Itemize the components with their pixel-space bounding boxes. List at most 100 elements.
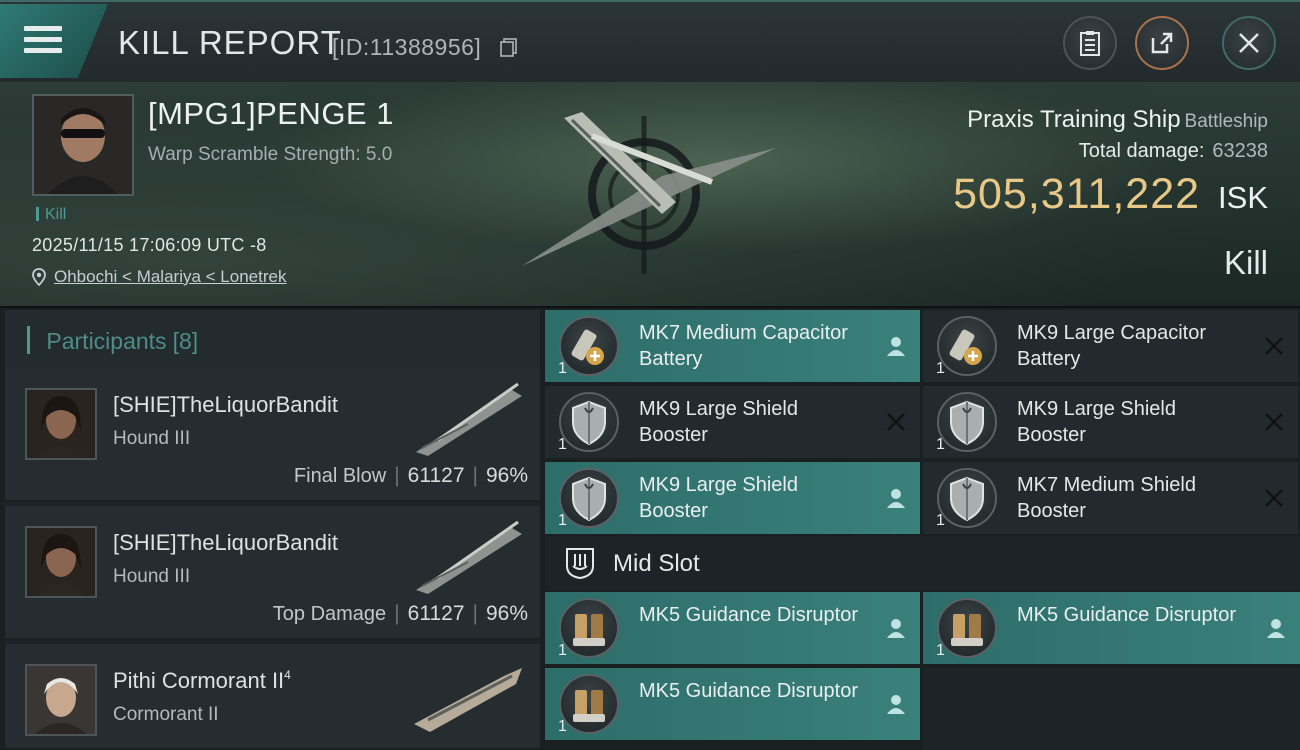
clipboard-button[interactable] — [1063, 16, 1117, 70]
victim-ship-class: Battleship — [1184, 111, 1268, 132]
module-quantity: 1 — [936, 360, 945, 377]
total-damage-label: Total damage: — [1078, 140, 1205, 162]
kill-banner: [MPG1]PENGE 1 Warp Scramble Strength: 5.… — [0, 82, 1300, 308]
module-name: MK9 Large Shield Booster — [639, 398, 798, 446]
victim-ship-name[interactable]: Praxis Training Ship — [967, 106, 1180, 133]
participant-damage: 61127 — [407, 464, 465, 487]
page-title: KILL REPORT — [118, 24, 342, 61]
module-name: MK7 Medium Shield Booster — [1017, 474, 1196, 522]
dropped-icon — [887, 337, 905, 356]
participant-stat-label: Final Blow — [293, 465, 387, 487]
capacitor-battery-icon — [559, 316, 619, 376]
destroyed-icon — [1265, 413, 1283, 431]
module-slot[interactable]: 1 MK9 Large Shield Booster — [545, 386, 920, 458]
module-name: MK9 Large Shield Booster — [1017, 398, 1176, 446]
participants-title: Participants [8] — [27, 326, 198, 355]
participants-title-label: Participants — [46, 328, 167, 354]
module-name: MK5 Guidance Disruptor — [1017, 604, 1236, 626]
module-quantity: 1 — [936, 436, 945, 453]
module-name: MK7 Medium Capacitor Battery — [639, 322, 848, 370]
module-name: MK5 Guidance Disruptor — [639, 680, 858, 702]
kill-datetime: 2025/11/15 17:06:09 UTC -8 — [32, 235, 267, 255]
ship-image — [522, 112, 776, 274]
location-link[interactable]: Ohbochi < Malariya < Lonetrek — [54, 267, 286, 287]
participants-panel: Participants [8] [SHIE]TheLiquorBandit Ho… — [5, 310, 540, 750]
destroyed-icon — [887, 413, 905, 431]
mid-slot-header: Mid Slot — [545, 536, 1300, 590]
module-quantity: 1 — [558, 512, 567, 529]
mid-slot-icon — [566, 548, 594, 580]
share-button[interactable] — [1135, 16, 1189, 70]
kill-tag: Kill — [36, 206, 66, 224]
guidance-disruptor-icon — [559, 674, 619, 734]
participant-ship: Cormorant II — [113, 704, 219, 725]
total-damage-value: 63238 — [1212, 140, 1268, 162]
module-slot[interactable]: 1 MK5 Guidance Disruptor — [923, 592, 1300, 664]
total-damage: Total damage: 63238 — [1079, 140, 1268, 163]
module-quantity: 1 — [558, 642, 567, 659]
victim-avatar[interactable] — [32, 94, 134, 196]
participant-stat-label: Top Damage — [272, 603, 387, 625]
module-slot[interactable]: 1 MK5 Guidance Disruptor — [545, 668, 920, 740]
participant-name-text: Pithi Cormorant II — [113, 668, 285, 693]
participant-ship-image — [416, 520, 522, 594]
shield-booster-icon — [559, 468, 619, 528]
module-slot[interactable]: 1 MK7 Medium Shield Booster — [923, 462, 1298, 534]
clipboard-icon — [1080, 31, 1100, 56]
module-quantity: 1 — [558, 360, 567, 377]
warp-scramble-strength: Warp Scramble Strength: 5.0 — [148, 144, 393, 165]
participant-name-sup: 4 — [284, 668, 291, 682]
empty-module-cell — [923, 668, 1300, 750]
close-icon — [1239, 33, 1259, 53]
participants-header: Participants [8] — [5, 310, 540, 370]
shield-booster-icon — [559, 392, 619, 452]
participant-damage: 61127 — [407, 602, 465, 625]
capacitor-battery-icon — [937, 316, 997, 376]
copy-icon[interactable] — [500, 38, 517, 57]
dropped-icon — [887, 695, 905, 714]
destroyed-icon — [1265, 489, 1283, 507]
participant-row[interactable]: Pithi Cormorant II4 Cormorant II — [5, 644, 540, 750]
module-quantity: 1 — [558, 718, 567, 735]
module-name: MK5 Guidance Disruptor — [639, 604, 858, 626]
shield-booster-icon — [937, 392, 997, 452]
participant-stats: Final Blow | 61127 | 96% — [293, 464, 528, 487]
isk-value: 505,311,222 ISK — [953, 170, 1268, 219]
module-slot[interactable]: 1 MK5 Guidance Disruptor — [545, 592, 920, 664]
module-quantity: 1 — [936, 642, 945, 659]
participant-percent: 96% — [485, 464, 528, 487]
participant-percent: 96% — [485, 602, 528, 625]
dropped-icon — [887, 619, 905, 638]
module-slot[interactable]: 1 MK7 Medium Capacitor Battery — [545, 310, 920, 382]
dropped-icon — [887, 489, 905, 508]
victim-name[interactable]: [MPG1]PENGE 1 — [148, 96, 394, 132]
participant-ship-image — [416, 382, 522, 456]
module-name: MK9 Large Shield Booster — [639, 474, 798, 522]
report-id: [ID:11388956] — [332, 34, 482, 60]
destroyed-icon — [1265, 337, 1283, 355]
location-pin-icon — [32, 268, 46, 286]
participant-avatar — [25, 526, 97, 598]
dropped-icon — [1267, 619, 1285, 638]
shield-booster-icon — [937, 468, 997, 528]
header-bar: KILL REPORT [ID:11388956] — [0, 0, 1300, 82]
participant-name: [SHIE]TheLiquorBandit — [113, 530, 339, 555]
module-slot[interactable]: 1 MK9 Large Shield Booster — [545, 462, 920, 534]
kill-result: Kill — [1223, 244, 1268, 281]
module-slot[interactable]: 1 MK9 Large Shield Booster — [923, 386, 1298, 458]
participant-row[interactable]: [SHIE]TheLiquorBandit Hound III Top Dama… — [5, 506, 540, 640]
menu-icon[interactable] — [24, 26, 62, 56]
close-button[interactable] — [1222, 16, 1276, 70]
module-slot[interactable]: 1 MK9 Large Capacitor Battery — [923, 310, 1298, 382]
location: Ohbochi < Malariya < Lonetrek — [32, 267, 286, 287]
participant-name: [SHIE]TheLiquorBandit — [113, 392, 339, 417]
module-quantity: 1 — [936, 512, 945, 529]
participant-ship-image — [414, 668, 522, 732]
guidance-disruptor-icon — [937, 598, 997, 658]
participant-name: Pithi Cormorant II4 — [113, 668, 291, 694]
participant-row[interactable]: [SHIE]TheLiquorBandit Hound III Final Bl… — [5, 368, 540, 502]
share-icon — [1151, 32, 1173, 54]
participants-count: [8] — [172, 328, 199, 354]
isk-unit: ISK — [1218, 180, 1268, 215]
participant-avatar — [25, 388, 97, 460]
